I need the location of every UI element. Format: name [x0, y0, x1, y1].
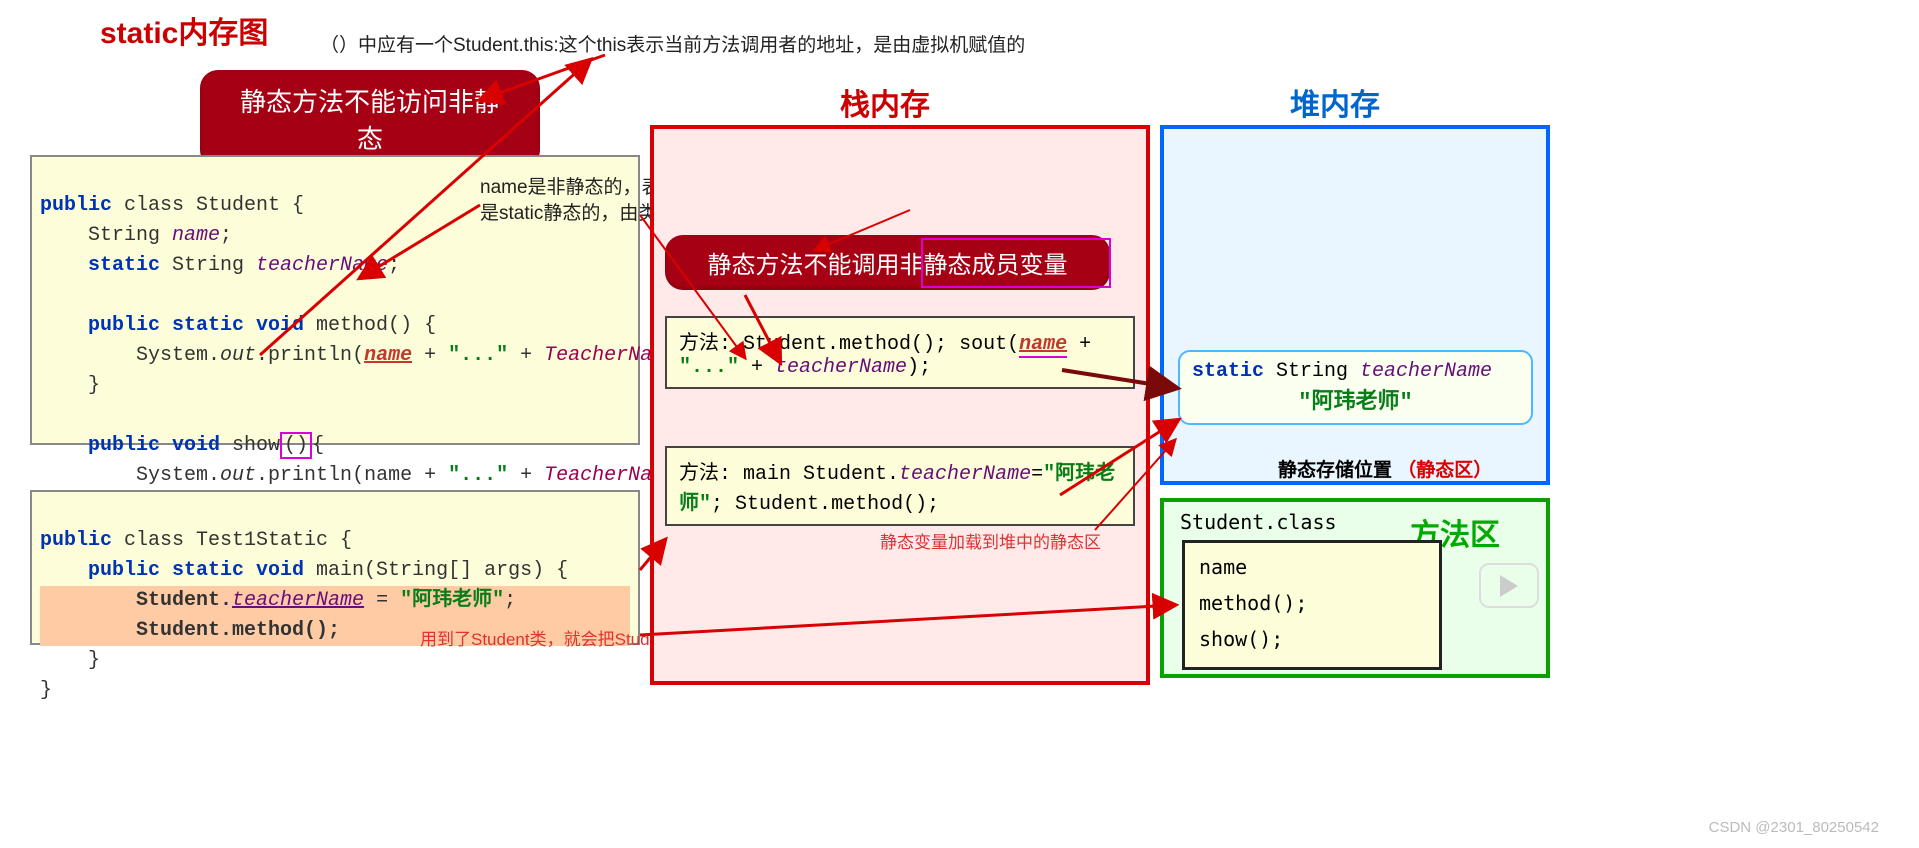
heap-label-2: （静态区） [1397, 460, 1492, 481]
top-note: （）中应有一个Student.this:这个this表示当前方法调用者的地址，是… [320, 30, 1025, 57]
stack-memory [650, 125, 1150, 685]
stack-title: 栈内存 [840, 80, 930, 124]
class-box: name method(); show(); [1182, 540, 1442, 670]
class-label: Student.class [1180, 510, 1337, 534]
pill-center: 静态方法不能调用非静态成员变量 [665, 235, 1110, 290]
heap-label: 静态存储位置 [1278, 460, 1392, 481]
watermark: CSDN @2301_80250542 [1709, 819, 1879, 836]
stack-frame-method: 方法: Student.method(); sout(name + "..." … [665, 316, 1135, 389]
heap-static-var: static String teacherName "阿玮老师" [1178, 350, 1533, 425]
parens-highlight: () [280, 432, 312, 459]
red-note-2: 静态变量加载到堆中的静态区 [880, 528, 1101, 553]
heap-title: 堆内存 [1290, 80, 1380, 124]
code-test: public class Test1Static { public static… [30, 490, 640, 645]
page-title: static内存图 [100, 8, 268, 52]
heap-memory [1160, 125, 1550, 485]
stack-frame-main: 方法: main Student.teacherName="阿玮老师"; Stu… [665, 446, 1135, 526]
pill-left: 静态方法不能访问非静态 [200, 70, 540, 168]
play-icon [1500, 575, 1518, 597]
play-button[interactable] [1479, 563, 1539, 608]
